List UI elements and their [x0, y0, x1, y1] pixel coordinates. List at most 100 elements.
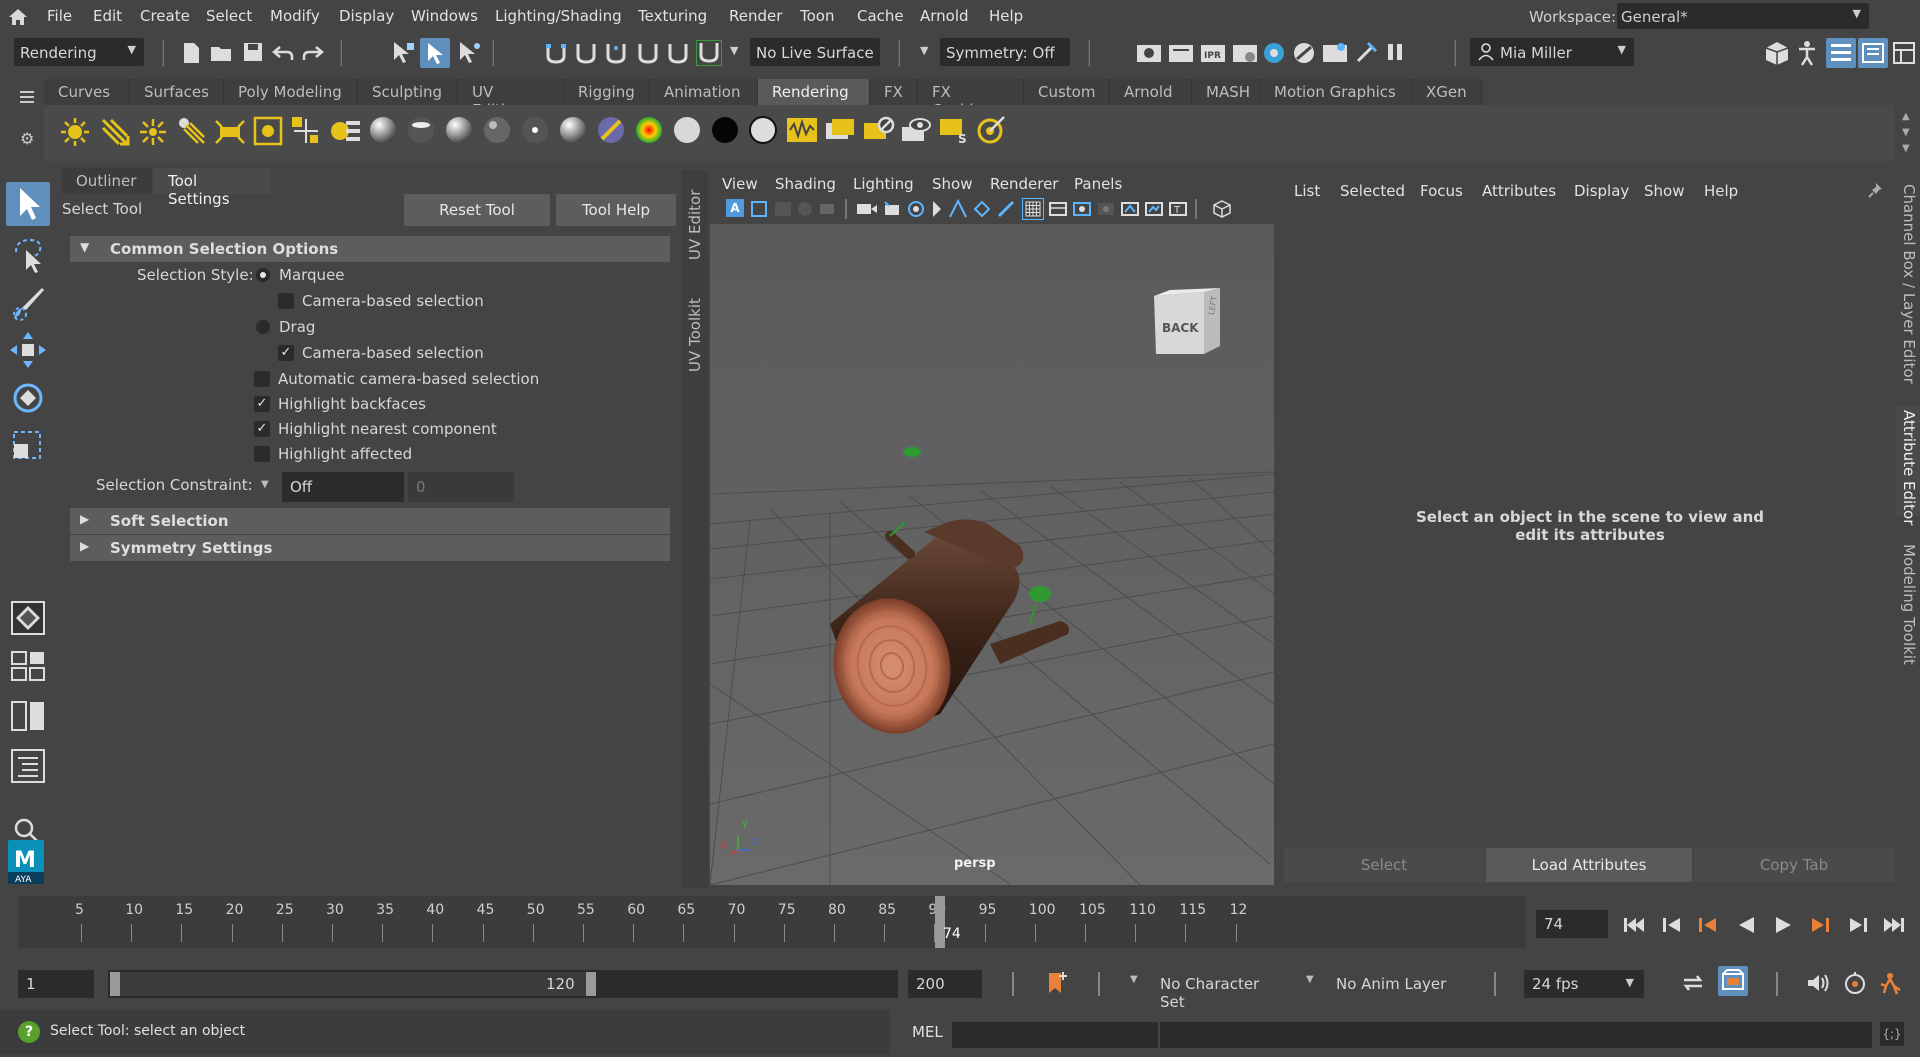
key-bookmark-icon[interactable] [1046, 970, 1068, 996]
tab-uv-toolkit[interactable]: UV Toolkit [682, 278, 708, 378]
select-tool-button[interactable] [6, 182, 50, 226]
snap-live-surface-icon[interactable] [696, 40, 722, 66]
ipr-render-icon[interactable]: IPR [1200, 42, 1226, 64]
isolate-select-icon[interactable] [1120, 200, 1140, 218]
select-object-icon[interactable] [420, 38, 450, 68]
cache-playback-icon[interactable] [1718, 966, 1748, 996]
menu-arnold[interactable]: Arnold [920, 7, 969, 25]
auto-key-icon[interactable] [1842, 970, 1868, 996]
shelf-tab-xgen[interactable]: XGen [1412, 79, 1482, 105]
camera-based-checkbox-1[interactable] [278, 293, 294, 309]
camera-shake-icon[interactable] [882, 199, 902, 219]
menu-edit[interactable]: Edit [93, 7, 122, 25]
ae-menu-display[interactable]: Display [1574, 182, 1629, 200]
shader-outline-icon[interactable] [748, 115, 778, 145]
character-controls-icon[interactable] [1796, 40, 1818, 66]
drag-radio[interactable] [256, 320, 270, 334]
range-slider-handle-start[interactable] [110, 972, 120, 996]
tab-modeling-toolkit[interactable]: Modeling Toolkit [1896, 540, 1920, 670]
animation-start-field[interactable]: 1 [18, 970, 94, 998]
ae-menu-focus[interactable]: Focus [1420, 182, 1463, 200]
shelf-tab-surfaces[interactable]: Surfaces [130, 79, 224, 105]
script-editor-icon[interactable]: {;} [1880, 1022, 1904, 1046]
outliner-layout-button[interactable] [6, 744, 50, 788]
channel-box-toggle-icon[interactable] [1892, 40, 1916, 66]
menu-windows[interactable]: Windows [411, 7, 478, 25]
menu-render[interactable]: Render [729, 7, 782, 25]
step-back-frame-icon[interactable] [1660, 912, 1684, 938]
camera-based-checkbox-2[interactable]: ✓ [278, 345, 294, 361]
animation-end-field[interactable]: 200 [908, 970, 982, 998]
shelf-tab-motion-graphics[interactable]: Motion Graphics [1260, 79, 1412, 105]
film-gate-icon[interactable] [930, 199, 944, 219]
shelf-tab-fx-caching[interactable]: FX Caching [918, 79, 1024, 119]
step-forward-frame-icon[interactable] [1846, 912, 1870, 938]
shelf-tab-rigging[interactable]: Rigging [564, 79, 650, 105]
scroll-down-icon[interactable]: ▼ [1902, 127, 1910, 138]
snap-view-plane-icon[interactable] [636, 42, 660, 64]
shelf-tab-custom[interactable]: Custom [1024, 79, 1110, 105]
tab-tool-settings[interactable]: Tool Settings [154, 168, 270, 208]
ae-menu-selected[interactable]: Selected [1340, 182, 1405, 200]
render-settings-icon[interactable] [1232, 42, 1258, 64]
menuset-dropdown[interactable]: Rendering ▼ [14, 38, 144, 66]
loop-icon[interactable] [1680, 972, 1706, 994]
menu-lighting-shading[interactable]: Lighting/Shading [495, 7, 622, 25]
single-perspective-layout-button[interactable] [6, 596, 50, 640]
ae-menu-attributes[interactable]: Attributes [1482, 182, 1556, 200]
shader-black-icon[interactable] [710, 115, 740, 145]
hypershade-shelf-icon[interactable] [786, 115, 818, 145]
shelf-tab-sculpting[interactable]: Sculpting [358, 79, 458, 105]
go-to-end-icon[interactable] [1882, 912, 1906, 938]
light-editor-icon[interactable] [1322, 41, 1348, 65]
modeling-toolkit-icon[interactable] [1764, 40, 1790, 66]
tab-outliner[interactable]: Outliner [62, 168, 152, 194]
attribute-editor-toggle-icon[interactable] [1826, 38, 1856, 68]
new-scene-icon[interactable] [182, 42, 200, 64]
shelf-tab-arnold[interactable]: Arnold [1110, 79, 1192, 105]
menu-select[interactable]: Select [206, 7, 252, 25]
directional-light-icon[interactable] [100, 117, 130, 147]
lasso-tool-button[interactable] [6, 232, 50, 276]
selection-constraint-number[interactable]: 0 [408, 472, 514, 502]
safe-action-icon[interactable] [996, 199, 1016, 219]
section-common-selection[interactable]: ▼ Common Selection Options [70, 236, 670, 262]
shader-anisotropic-icon[interactable] [520, 115, 550, 145]
tool-help-button[interactable]: Tool Help [556, 194, 676, 226]
scroll-up-icon[interactable]: ▲ [1902, 111, 1910, 122]
tab-uv-editor[interactable]: UV Editor [682, 178, 708, 268]
grease-pencil-icon[interactable] [842, 199, 850, 219]
render-layer-icon[interactable] [824, 115, 858, 145]
shelf-settings-icon[interactable]: ⚙ [20, 129, 34, 148]
sound-icon[interactable] [1806, 972, 1832, 994]
text-overlay-icon[interactable]: T [1168, 200, 1188, 218]
ae-menu-show[interactable]: Show [1644, 182, 1684, 200]
camera-attributes-icon[interactable] [750, 200, 768, 218]
shelf-tab-animation[interactable]: Animation [650, 79, 758, 105]
section-symmetry-settings[interactable]: ▶ Symmetry Settings [70, 535, 670, 561]
field-chart-icon[interactable] [972, 199, 992, 219]
shelf-tab-mash[interactable]: MASH [1192, 79, 1260, 105]
ae-select-button[interactable]: Select [1284, 848, 1484, 882]
chevron-down-icon[interactable]: ▼ [1130, 974, 1138, 985]
shader-blinn-icon[interactable] [406, 115, 436, 145]
anim-layer-dropdown[interactable]: No Anim Layer [1328, 970, 1464, 998]
menu-create[interactable]: Create [140, 7, 190, 25]
area-light-icon[interactable] [214, 117, 246, 147]
perspective-viewport[interactable]: BACK LEFT x y z persp [710, 224, 1274, 885]
view-cube-face-label[interactable]: BACK [1162, 321, 1199, 335]
cube-view-icon[interactable] [1212, 199, 1232, 219]
image-plane-icon[interactable] [796, 200, 814, 218]
redo-icon[interactable] [302, 44, 324, 62]
viewport-menu-lighting[interactable]: Lighting [853, 175, 914, 193]
current-frame-field[interactable]: 74 [1536, 910, 1608, 938]
open-scene-icon[interactable] [210, 44, 234, 62]
resolution-gate-icon[interactable] [948, 199, 968, 219]
shelf-tab-curves[interactable]: Curves [44, 79, 130, 105]
ae-menu-help[interactable]: Help [1704, 182, 1738, 200]
paint-select-tool-button[interactable] [6, 280, 50, 324]
render-prohibited-icon[interactable] [862, 115, 896, 145]
shader-surface-icon[interactable] [558, 115, 588, 145]
tool-settings-toggle-icon[interactable] [1858, 38, 1888, 68]
tab-attribute-editor[interactable]: Attribute Editor [1896, 406, 1920, 525]
